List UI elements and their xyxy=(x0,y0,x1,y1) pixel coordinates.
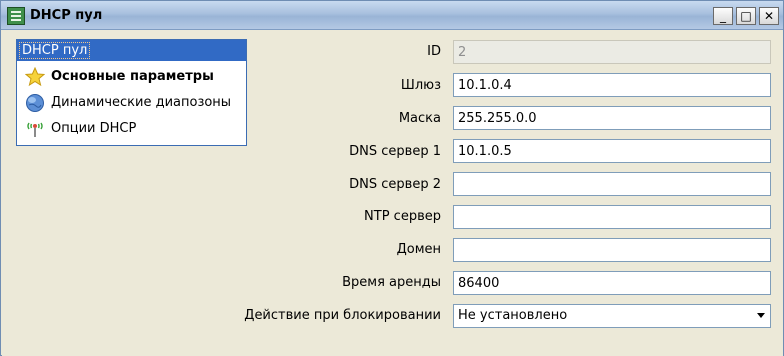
dns2-label: DNS сервер 2 xyxy=(349,177,441,192)
nav-item-dhcp-options[interactable]: Опции DHCP xyxy=(25,117,243,141)
dhcp-pool-window: DHCP пул _ □ ✕ DHCP пул Основные парамет… xyxy=(0,0,784,356)
star-icon xyxy=(24,66,46,87)
dns1-field[interactable] xyxy=(453,139,771,163)
gateway-field[interactable] xyxy=(453,73,771,97)
block-action-select[interactable]: Не установлено xyxy=(453,304,771,328)
domain-field[interactable] xyxy=(453,238,771,262)
block-action-value: Не установлено xyxy=(458,308,568,323)
antenna-icon xyxy=(25,119,45,139)
nav-item-label: Опции DHCP xyxy=(51,121,137,136)
id-label: ID xyxy=(427,44,441,59)
nav-item-label: Основные параметры xyxy=(51,69,214,84)
ntp-label: NTP сервер xyxy=(364,209,441,224)
nav-item-basic-params[interactable]: Основные параметры xyxy=(24,65,243,89)
mask-field[interactable] xyxy=(453,106,771,130)
nav-item-label: Динамические диапозоны xyxy=(51,95,232,110)
title-bar[interactable]: DHCP пул _ □ ✕ xyxy=(1,1,783,30)
mask-label: Маска xyxy=(398,111,441,126)
minimize-button[interactable]: _ xyxy=(713,7,733,25)
dns1-label: DNS сервер 1 xyxy=(349,144,441,159)
window-title: DHCP пул xyxy=(30,8,103,23)
tree-root-item[interactable]: DHCP пул xyxy=(17,40,246,61)
maximize-button[interactable]: □ xyxy=(736,7,756,25)
app-icon xyxy=(7,7,25,25)
domain-label: Домен xyxy=(396,242,441,257)
lease-time-field[interactable] xyxy=(453,271,771,295)
dns2-field[interactable] xyxy=(453,172,771,196)
tree-root-label: DHCP пул xyxy=(19,42,91,59)
globe-icon xyxy=(25,93,45,113)
id-field xyxy=(453,40,771,64)
nav-item-dynamic-ranges[interactable]: Динамические диапозоны xyxy=(25,91,243,115)
close-button[interactable]: ✕ xyxy=(759,7,779,25)
block-action-label: Действие при блокировании xyxy=(244,308,441,323)
lease-time-label: Время аренды xyxy=(342,275,441,290)
section-tree: DHCP пул Основные параметры Динамические… xyxy=(16,39,247,146)
gateway-label: Шлюз xyxy=(400,78,441,93)
ntp-field[interactable] xyxy=(453,205,771,229)
dropdown-arrow-icon[interactable] xyxy=(757,313,765,318)
window-content: DHCP пул Основные параметры Динамические… xyxy=(2,31,783,356)
